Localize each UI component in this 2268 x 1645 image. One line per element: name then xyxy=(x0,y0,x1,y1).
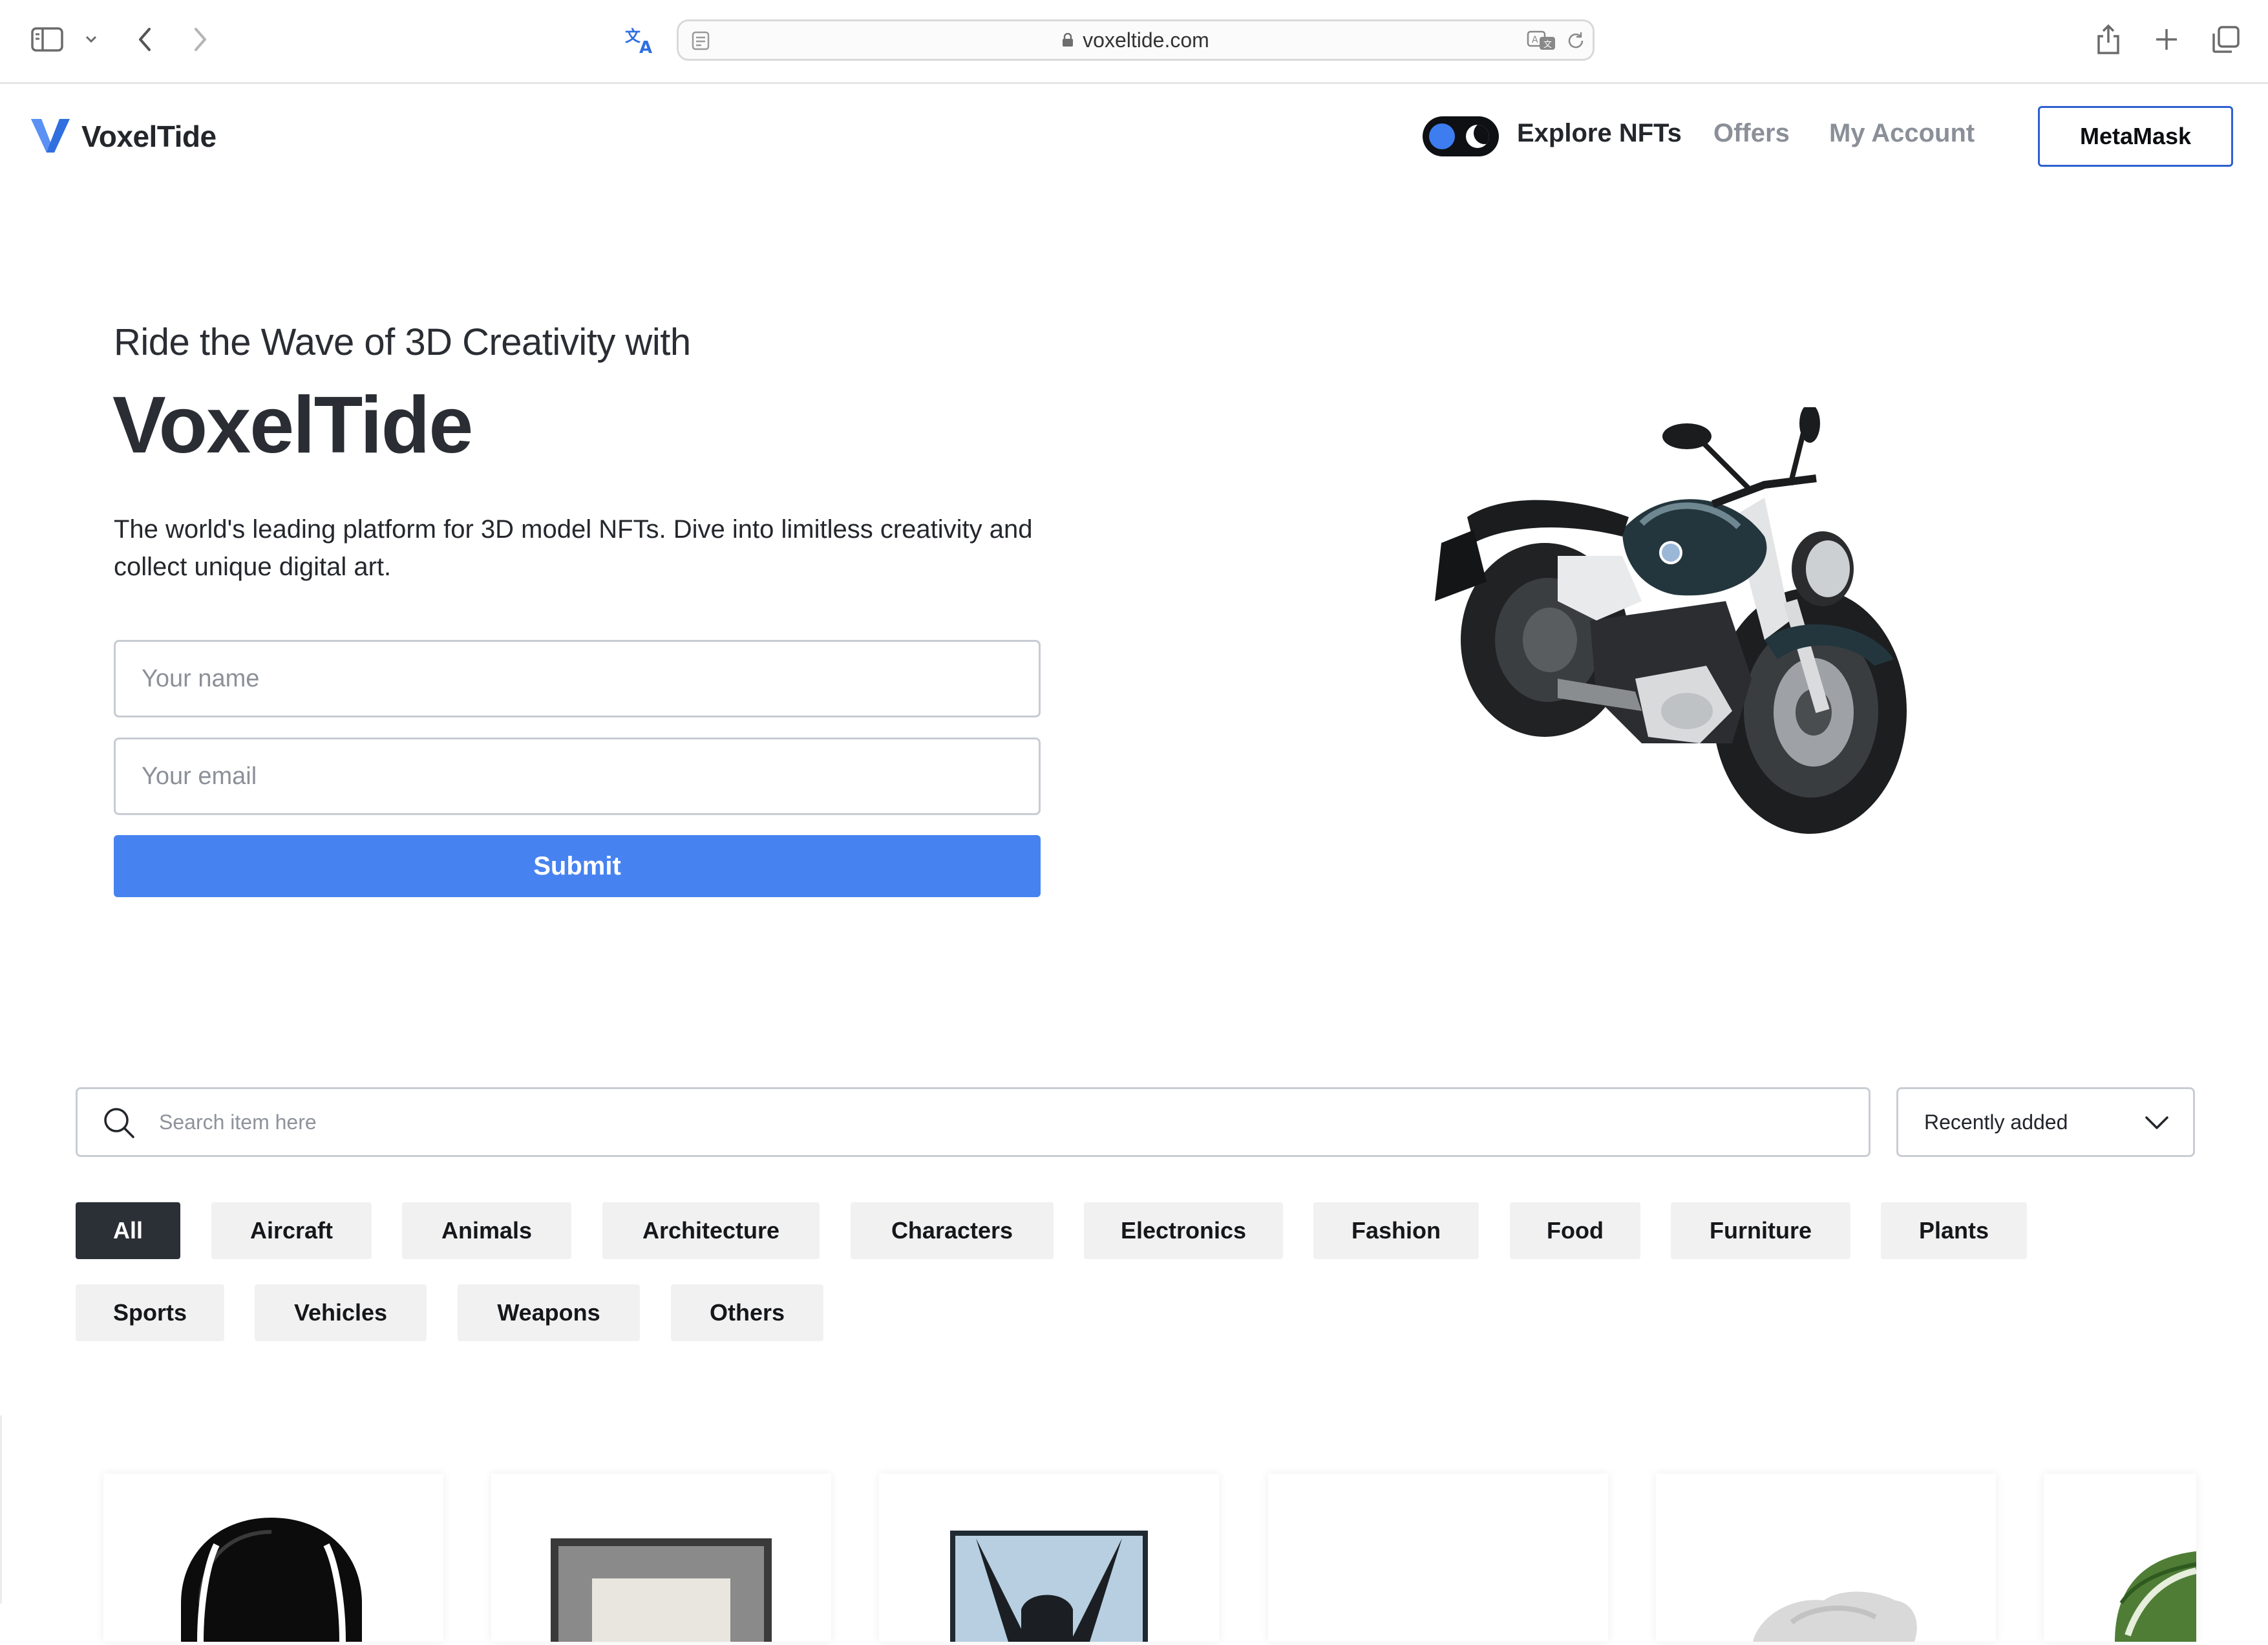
sidebar-icon[interactable] xyxy=(30,25,65,54)
hero-subtitle: Ride the Wave of 3D Creativity with xyxy=(114,321,691,363)
product-card[interactable] xyxy=(879,1474,1219,1642)
url-display: voxeltide.com xyxy=(679,21,1593,59)
category-chip-architecture[interactable]: Architecture xyxy=(602,1202,820,1259)
product-card[interactable] xyxy=(2044,1474,2198,1642)
category-chip-fashion[interactable]: Fashion xyxy=(1313,1202,1479,1259)
sort-dropdown[interactable]: Recently added xyxy=(1896,1087,2195,1157)
submit-button[interactable]: Submit xyxy=(114,835,1041,897)
brand-name[interactable]: VoxelTide xyxy=(81,119,217,154)
theme-toggle-icon[interactable] xyxy=(1423,116,1499,156)
page-edge-divider xyxy=(0,1416,2,1604)
lock-icon xyxy=(1063,33,1074,47)
tabs-icon[interactable] xyxy=(2210,23,2242,56)
dropdown-chevron-icon xyxy=(2144,1112,2170,1135)
email-input[interactable] xyxy=(114,738,1041,815)
backpack-model-image xyxy=(181,1518,362,1642)
category-chip-animals[interactable]: Animals xyxy=(402,1202,571,1259)
category-chip-plants[interactable]: Plants xyxy=(1881,1202,2027,1259)
share-icon[interactable] xyxy=(2094,22,2123,57)
voxeltide-logo-icon[interactable] xyxy=(30,116,71,158)
address-bar[interactable]: voxeltide.com A文 xyxy=(677,19,1595,61)
hero-description: The world's leading platform for 3D mode… xyxy=(114,515,1033,581)
forward-icon[interactable] xyxy=(189,25,212,54)
category-chip-furniture[interactable]: Furniture xyxy=(1671,1202,1850,1259)
category-chip-others[interactable]: Others xyxy=(671,1284,823,1341)
metamask-button[interactable]: MetaMask xyxy=(2038,106,2233,167)
search-icon xyxy=(102,1106,137,1144)
category-chip-weapons[interactable]: Weapons xyxy=(458,1284,640,1341)
product-card[interactable] xyxy=(1656,1474,1996,1642)
svg-text:A: A xyxy=(639,38,652,56)
search-bar[interactable]: Search item here xyxy=(76,1087,1871,1157)
framed-picture-model-image xyxy=(551,1538,772,1642)
name-input[interactable] xyxy=(114,640,1041,717)
toggle-knob xyxy=(1429,123,1455,149)
chevron-down-icon[interactable] xyxy=(83,32,100,47)
category-chip-all[interactable]: All xyxy=(76,1202,180,1259)
sort-selected-value: Recently added xyxy=(1924,1110,2068,1134)
category-chip-sports[interactable]: Sports xyxy=(76,1284,224,1341)
translate-icon[interactable]: 文A xyxy=(622,25,659,57)
search-placeholder: Search item here xyxy=(159,1110,317,1134)
category-chip-vehicles[interactable]: Vehicles xyxy=(255,1284,427,1341)
product-card[interactable] xyxy=(1268,1474,1608,1642)
motorcycle-model-image[interactable] xyxy=(1428,404,1933,863)
hero-title: VoxelTide xyxy=(112,381,473,470)
nav-explore-nfts[interactable]: Explore NFTs xyxy=(1517,119,1682,148)
product-card[interactable] xyxy=(103,1474,443,1642)
translate-badge-icon[interactable]: A文 xyxy=(1525,29,1559,52)
category-chip-aircraft[interactable]: Aircraft xyxy=(211,1202,372,1259)
poster-model-image xyxy=(950,1531,1148,1642)
category-chip-food[interactable]: Food xyxy=(1510,1202,1640,1259)
new-tab-icon[interactable] xyxy=(2152,25,2181,54)
category-chip-electronics[interactable]: Electronics xyxy=(1084,1202,1283,1259)
svg-text:A: A xyxy=(1532,35,1538,45)
url-text: voxeltide.com xyxy=(1083,28,1209,52)
back-icon[interactable] xyxy=(133,25,156,54)
white-object-model-image xyxy=(1753,1591,1917,1642)
nav-offers[interactable]: Offers xyxy=(1713,119,1790,148)
browser-toolbar: 文A voxeltide.com A文 xyxy=(0,0,2268,84)
product-card[interactable] xyxy=(491,1474,831,1642)
svg-text:文: 文 xyxy=(1543,40,1552,50)
plant-model-image xyxy=(2115,1551,2198,1642)
moon-icon xyxy=(1466,125,1489,148)
category-chip-characters[interactable]: Characters xyxy=(851,1202,1054,1259)
reload-icon[interactable] xyxy=(1564,29,1587,52)
nav-my-account[interactable]: My Account xyxy=(1829,119,1975,148)
